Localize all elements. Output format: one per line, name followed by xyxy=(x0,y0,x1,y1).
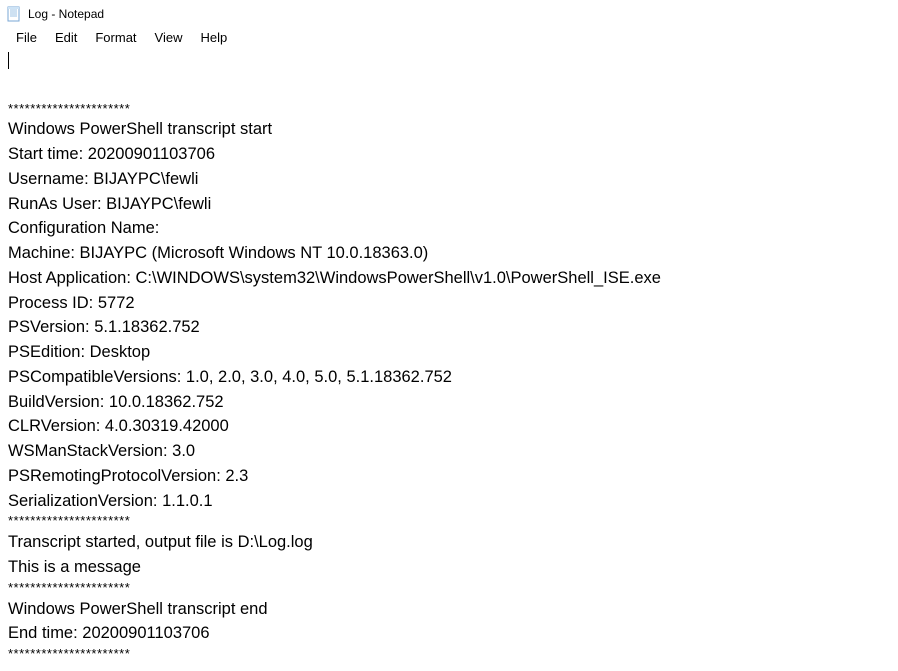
text-line: PSCompatibleVersions: 1.0, 2.0, 3.0, 4.0… xyxy=(8,365,890,390)
menu-view[interactable]: View xyxy=(147,28,191,47)
text-line: Start time: 20200901103706 xyxy=(8,142,890,167)
text-line: SerializationVersion: 1.1.0.1 xyxy=(8,489,890,514)
window-title: Log - Notepad xyxy=(28,7,104,21)
menu-help[interactable]: Help xyxy=(192,28,235,47)
notepad-icon xyxy=(6,6,22,22)
text-line: Configuration Name: xyxy=(8,216,890,241)
text-line: This is a message xyxy=(8,555,890,580)
text-line: PSEdition: Desktop xyxy=(8,340,890,365)
text-line: ********************** xyxy=(8,101,890,118)
text-line: End time: 20200901103706 xyxy=(8,621,890,646)
menubar: File Edit Format View Help xyxy=(0,26,898,51)
text-line: Windows PowerShell transcript end xyxy=(8,597,890,622)
text-line: RunAs User: BIJAYPC\fewli xyxy=(8,192,890,217)
text-line: WSManStackVersion: 3.0 xyxy=(8,439,890,464)
text-line: Host Application: C:\WINDOWS\system32\Wi… xyxy=(8,266,890,291)
text-line: ********************** xyxy=(8,513,890,530)
text-line: CLRVersion: 4.0.30319.42000 xyxy=(8,414,890,439)
titlebar: Log - Notepad xyxy=(0,0,898,26)
text-line: Machine: BIJAYPC (Microsoft Windows NT 1… xyxy=(8,241,890,266)
text-line: Username: BIJAYPC\fewli xyxy=(8,167,890,192)
text-line: ********************** xyxy=(8,580,890,597)
menu-edit[interactable]: Edit xyxy=(47,28,85,47)
menu-file[interactable]: File xyxy=(8,28,45,47)
menu-format[interactable]: Format xyxy=(87,28,144,47)
text-line: Process ID: 5772 xyxy=(8,291,890,316)
text-line: PSVersion: 5.1.18362.752 xyxy=(8,315,890,340)
text-line: BuildVersion: 10.0.18362.752 xyxy=(8,390,890,415)
text-content-area[interactable]: **********************Windows PowerShell… xyxy=(0,51,898,671)
text-line: Transcript started, output file is D:\Lo… xyxy=(8,530,890,555)
text-line: PSRemotingProtocolVersion: 2.3 xyxy=(8,464,890,489)
text-cursor xyxy=(8,52,9,69)
text-line: Windows PowerShell transcript start xyxy=(8,117,890,142)
text-line: ********************** xyxy=(8,646,890,663)
